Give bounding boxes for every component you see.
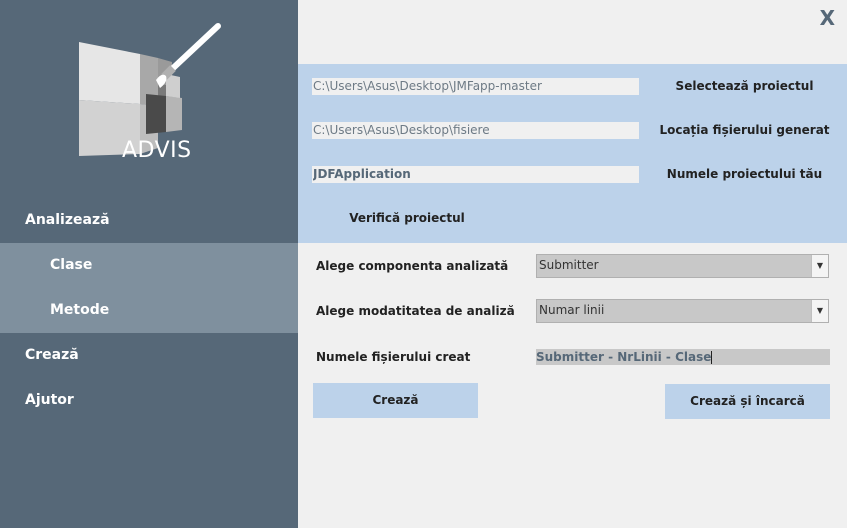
project-panel: Selectează proiectul Locația fișierului … bbox=[298, 64, 847, 243]
chevron-down-icon[interactable]: ▼ bbox=[811, 255, 828, 277]
mode-label: Alege modatitatea de analiză bbox=[316, 304, 515, 318]
output-location-button[interactable]: Locația fișierului generat bbox=[642, 123, 847, 137]
create-upload-button[interactable]: Crează și încarcă bbox=[665, 384, 830, 419]
logo-text: ADVIS bbox=[122, 138, 192, 163]
mode-select[interactable]: Numar linii ▼ bbox=[536, 299, 829, 323]
filename-label: Numele fișierului creat bbox=[316, 350, 471, 364]
text-caret bbox=[711, 351, 713, 364]
main-content: X Selectează proiectul Locația fișierulu… bbox=[298, 0, 847, 528]
component-select[interactable]: Submitter ▼ bbox=[536, 254, 829, 278]
nav-classes[interactable]: Clase bbox=[0, 243, 298, 288]
filename-value: Submitter - NrLinii - Clase bbox=[536, 350, 712, 364]
create-button[interactable]: Crează bbox=[313, 383, 478, 418]
nav-create[interactable]: Crează bbox=[0, 333, 298, 378]
project-name-label: Numele proiectului tău bbox=[666, 167, 823, 181]
mode-select-value: Numar linii bbox=[539, 303, 605, 317]
component-select-value: Submitter bbox=[539, 258, 599, 272]
output-path-input[interactable] bbox=[312, 122, 639, 139]
verify-project-button[interactable]: Verifică proiectul bbox=[312, 211, 502, 225]
close-button[interactable]: X bbox=[820, 6, 835, 30]
nav-help[interactable]: Ajutor bbox=[0, 378, 298, 423]
nav-analyze[interactable]: Analizează bbox=[0, 198, 298, 243]
sidebar: ADVIS Analizează Clase Metode Crează Aju… bbox=[0, 0, 298, 528]
project-path-input[interactable] bbox=[312, 78, 639, 95]
project-name-input[interactable] bbox=[312, 166, 639, 183]
advis-logo: ADVIS bbox=[76, 22, 226, 163]
chevron-down-icon[interactable]: ▼ bbox=[811, 300, 828, 322]
filename-input[interactable]: Submitter - NrLinii - Clase bbox=[536, 349, 830, 365]
component-label: Alege componenta analizată bbox=[316, 259, 509, 273]
nav-methods[interactable]: Metode bbox=[0, 288, 298, 333]
select-project-button[interactable]: Selectează proiectul bbox=[642, 79, 847, 93]
